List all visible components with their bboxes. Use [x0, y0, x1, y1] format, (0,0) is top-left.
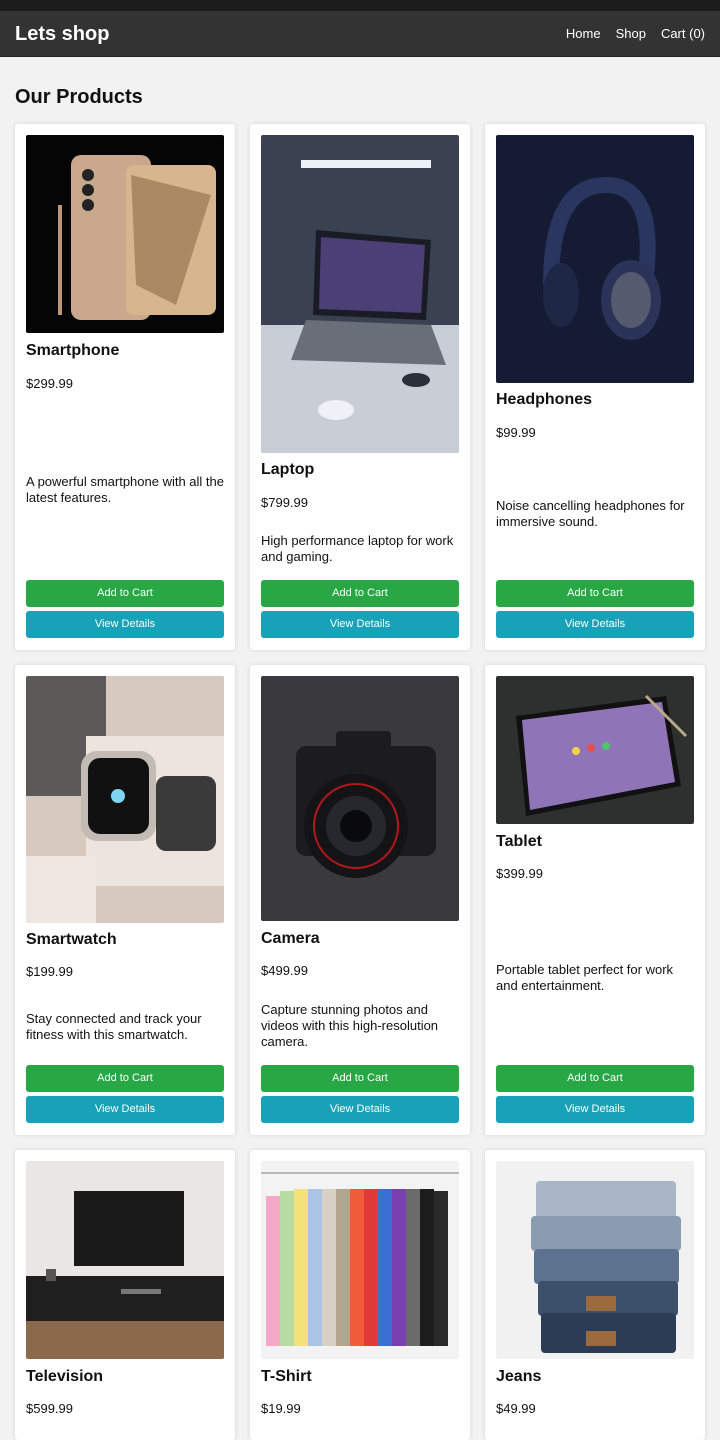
- view-details-button[interactable]: View Details: [496, 1096, 694, 1123]
- product-card-camera: Camera $499.99 Capture stunning photos a…: [250, 665, 470, 1135]
- window-top-bar: [0, 0, 720, 11]
- product-name[interactable]: Television: [26, 1368, 103, 1386]
- add-to-cart-button[interactable]: Add to Cart: [261, 1065, 459, 1092]
- headphones-image[interactable]: [496, 135, 694, 383]
- product-card-headphones: Headphones $99.99 Noise cancelling headp…: [485, 124, 705, 650]
- view-details-button[interactable]: View Details: [26, 1096, 224, 1123]
- product-card-smartwatch: Smartwatch $199.99 Stay connected and tr…: [15, 665, 235, 1135]
- navbar: Lets shop Home Shop Cart (0): [0, 11, 720, 57]
- nav-shop-link[interactable]: Shop: [616, 26, 646, 42]
- product-price: $399.99: [496, 866, 543, 881]
- product-name[interactable]: Tablet: [496, 833, 542, 851]
- view-details-button[interactable]: View Details: [261, 1096, 459, 1123]
- tablet-image[interactable]: [496, 676, 694, 824]
- product-price: $499.99: [261, 963, 308, 978]
- product-price: $799.99: [261, 495, 308, 510]
- product-description: Noise cancelling headphones for immersiv…: [496, 498, 685, 529]
- nav-home-link[interactable]: Home: [566, 26, 601, 42]
- add-to-cart-button[interactable]: Add to Cart: [26, 1065, 224, 1092]
- add-to-cart-button[interactable]: Add to Cart: [496, 1065, 694, 1092]
- view-details-button[interactable]: View Details: [26, 611, 224, 638]
- product-name[interactable]: Smartphone: [26, 342, 119, 360]
- product-price: $199.99: [26, 964, 73, 979]
- product-price: $49.99: [496, 1401, 536, 1416]
- product-card-tshirt: T-Shirt $19.99: [250, 1150, 470, 1440]
- product-name[interactable]: T-Shirt: [261, 1368, 312, 1386]
- product-description: Stay connected and track your fitness wi…: [26, 1011, 202, 1042]
- product-card-television: Television $599.99: [15, 1150, 235, 1440]
- product-name[interactable]: Smartwatch: [26, 931, 117, 949]
- view-details-button[interactable]: View Details: [261, 611, 459, 638]
- product-description: High performance laptop for work and gam…: [261, 533, 454, 564]
- product-name[interactable]: Laptop: [261, 461, 314, 479]
- product-card-smartphone: Smartphone $299.99 A powerful smartphone…: [15, 124, 235, 650]
- product-price: $19.99: [261, 1401, 301, 1416]
- add-to-cart-button[interactable]: Add to Cart: [261, 580, 459, 607]
- nav-links: Home Shop Cart (0): [566, 26, 705, 42]
- product-description: A powerful smartphone with all the lates…: [26, 474, 224, 505]
- nav-cart-link[interactable]: Cart (0): [661, 26, 705, 42]
- product-description: Capture stunning photos and videos with …: [261, 1002, 439, 1049]
- product-description: Portable tablet perfect for work and ent…: [496, 962, 674, 993]
- tshirt-image[interactable]: [261, 1161, 459, 1359]
- television-image[interactable]: [26, 1161, 224, 1359]
- product-card-tablet: Tablet $399.99 Portable tablet perfect f…: [485, 665, 705, 1135]
- product-price: $599.99: [26, 1401, 73, 1416]
- smartwatch-image[interactable]: [26, 676, 224, 923]
- product-name[interactable]: Camera: [261, 930, 320, 948]
- product-card-jeans: Jeans $49.99: [485, 1150, 705, 1440]
- jeans-image[interactable]: [496, 1161, 694, 1359]
- product-name[interactable]: Jeans: [496, 1368, 541, 1386]
- product-price: $299.99: [26, 376, 73, 391]
- view-details-button[interactable]: View Details: [496, 611, 694, 638]
- laptop-image[interactable]: [261, 135, 459, 453]
- product-name[interactable]: Headphones: [496, 391, 592, 409]
- add-to-cart-button[interactable]: Add to Cart: [26, 580, 224, 607]
- product-price: $99.99: [496, 425, 536, 440]
- smartphone-image[interactable]: [26, 135, 224, 333]
- brand-logo[interactable]: Lets shop: [15, 22, 109, 46]
- add-to-cart-button[interactable]: Add to Cart: [496, 580, 694, 607]
- product-card-laptop: Laptop $799.99 High performance laptop f…: [250, 124, 470, 650]
- page-title: Our Products: [15, 86, 143, 108]
- camera-image[interactable]: [261, 676, 459, 921]
